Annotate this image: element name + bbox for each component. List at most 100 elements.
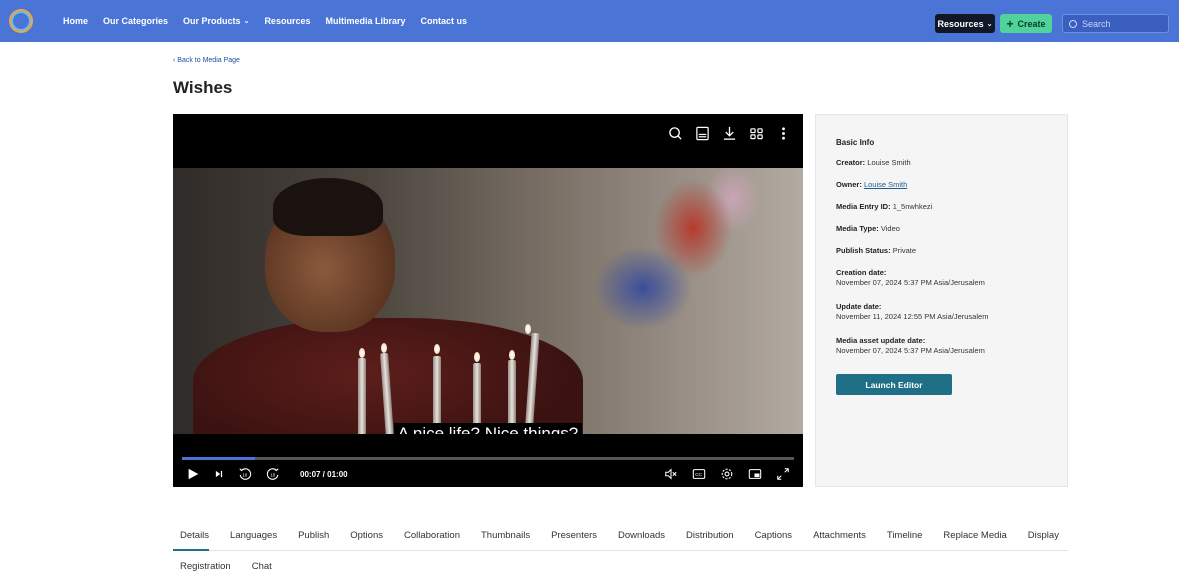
video-frame[interactable] (173, 168, 803, 458)
publish-status-value: Private (892, 246, 917, 255)
svg-text:CC: CC (695, 472, 702, 478)
asset-update-row: Media asset update date: November 07, 202… (836, 336, 985, 356)
nav-link-multimedia[interactable]: Multimedia Library (325, 16, 405, 26)
creator-row: Creator: Louise Smith (836, 158, 911, 168)
tab-presenters[interactable]: Presenters (544, 528, 597, 551)
search-box[interactable] (1062, 14, 1169, 33)
entry-id-row: Media Entry ID: 1_5nwhkezi (836, 202, 932, 212)
svg-text:10: 10 (270, 473, 275, 478)
chevron-down-icon: ⌄ (986, 20, 993, 28)
back-link-label: Back to Media Page (177, 57, 240, 64)
tab-publish[interactable]: Publish (291, 528, 329, 551)
publish-status-row: Publish Status: Private (836, 246, 916, 256)
tab-attachments[interactable]: Attachments (806, 528, 866, 551)
update-date-value: November 11, 2024 12:55 PM Asia/Jerusale… (836, 312, 989, 321)
nav-link-home[interactable]: Home (63, 16, 88, 26)
mute-icon[interactable] (664, 467, 678, 481)
page-title: Wishes (173, 78, 233, 97)
flame (474, 352, 480, 362)
media-type-label: Media Type: (836, 224, 879, 233)
top-nav: Home Our Categories Our Products ⌄ Resour… (0, 0, 1179, 42)
progress-bar[interactable] (182, 457, 794, 460)
back-link[interactable]: ‹ Back to Media Page (173, 57, 240, 64)
create-button[interactable]: + Create (1000, 14, 1052, 33)
creation-date-label: Creation date: (836, 268, 887, 277)
nav-link-products-label: Our Products (183, 16, 241, 26)
nav-link-products[interactable]: Our Products ⌄ (183, 16, 249, 26)
player-controls: 10 10 00:07 / 01:00 CC (173, 434, 803, 487)
video-player[interactable]: A nice life? Nice things? 10 10 00:07 / … (173, 114, 803, 487)
create-button-label: Create (1017, 18, 1046, 29)
video-person-hair (273, 178, 383, 236)
basic-info-heading: Basic Info (836, 138, 875, 147)
search-icon (1069, 19, 1077, 28)
settings-icon[interactable] (720, 467, 734, 481)
media-type-value: Video (880, 224, 900, 233)
tab-display[interactable]: Display (1021, 528, 1059, 551)
creator-value: Louise Smith (867, 158, 911, 167)
controls-left: 10 10 00:07 / 01:00 (186, 467, 348, 481)
plus-icon: + (1006, 16, 1014, 31)
tab-timeline[interactable]: Timeline (880, 528, 923, 551)
chevron-down-icon: ⌄ (243, 18, 250, 25)
publish-status-label: Publish Status: (836, 246, 891, 255)
tab-downloads[interactable]: Downloads (611, 528, 665, 551)
entry-id-label: Media Entry ID: (836, 202, 891, 211)
tab-options[interactable]: Options (343, 528, 383, 551)
tabs-row: Details Languages Publish Options Collaborat… (173, 528, 1068, 551)
media-type-row: Media Type: Video (836, 224, 900, 234)
update-date-row: Update date: November 11, 2024 12:55 PM A… (836, 302, 988, 322)
flame (434, 344, 440, 354)
tab-collaboration[interactable]: Collaboration (397, 528, 460, 551)
owner-row: Owner: Louise Smith (836, 180, 907, 190)
grid-icon[interactable] (749, 126, 764, 141)
resources-button[interactable]: Resources ⌄ (935, 14, 995, 33)
flame (381, 343, 387, 353)
tabs-row-2: Registration Chat (173, 559, 286, 572)
launch-editor-button[interactable]: Launch Editor (836, 374, 952, 395)
nav-links: Home Our Categories Our Products ⌄ Resour… (63, 0, 482, 42)
tab-replace-media[interactable]: Replace Media (936, 528, 1006, 551)
owner-link[interactable]: Louise Smith (864, 180, 907, 189)
logo-icon[interactable] (9, 9, 33, 33)
creator-label: Creator: (836, 158, 866, 167)
tab-chat[interactable]: Chat (245, 559, 272, 572)
tab-captions[interactable]: Captions (748, 528, 793, 551)
tab-thumbnails[interactable]: Thumbnails (474, 528, 530, 551)
search-input[interactable] (1082, 18, 1162, 29)
nav-link-contact[interactable]: Contact us (420, 16, 467, 26)
nav-link-categories[interactable]: Our Categories (103, 16, 168, 26)
rewind-10-icon[interactable]: 10 (238, 467, 252, 481)
asset-update-label: Media asset update date: (836, 336, 926, 345)
update-date-label: Update date: (836, 302, 882, 311)
tab-details[interactable]: Details (173, 528, 210, 551)
transcript-icon[interactable] (695, 126, 710, 141)
download-icon[interactable] (722, 126, 737, 141)
controls-right: CC (664, 467, 790, 481)
owner-label: Owner: (836, 180, 862, 189)
picture-in-picture-icon[interactable] (748, 467, 762, 481)
play-icon[interactable] (186, 467, 200, 481)
next-icon[interactable] (214, 469, 224, 479)
more-vertical-icon[interactable] (776, 126, 791, 141)
flame (525, 324, 531, 334)
nav-link-resources[interactable]: Resources (264, 16, 310, 26)
captions-icon[interactable]: CC (692, 467, 706, 481)
tab-languages[interactable]: Languages (223, 528, 277, 551)
progress-fill (182, 457, 256, 460)
tab-distribution[interactable]: Distribution (679, 528, 734, 551)
flame (359, 348, 365, 358)
creation-date-row: Creation date: November 07, 2024 5:37 PM … (836, 268, 985, 288)
tab-registration[interactable]: Registration (173, 559, 231, 572)
forward-10-icon[interactable]: 10 (266, 467, 280, 481)
basic-info-panel: Basic Info Creator: Louise Smith Owner: … (815, 114, 1068, 487)
search-icon[interactable] (668, 126, 683, 141)
flame (509, 350, 515, 360)
creation-date-value: November 07, 2024 5:37 PM Asia/Jerusalem (836, 278, 985, 287)
asset-update-value: November 07, 2024 5:37 PM Asia/Jerusalem (836, 346, 985, 355)
player-toolbar (668, 126, 791, 141)
resources-button-label: Resources (937, 18, 984, 29)
entry-id-value: 1_5nwhkezi (892, 202, 933, 211)
fullscreen-icon[interactable] (776, 467, 790, 481)
time-display: 00:07 / 01:00 (300, 469, 348, 479)
